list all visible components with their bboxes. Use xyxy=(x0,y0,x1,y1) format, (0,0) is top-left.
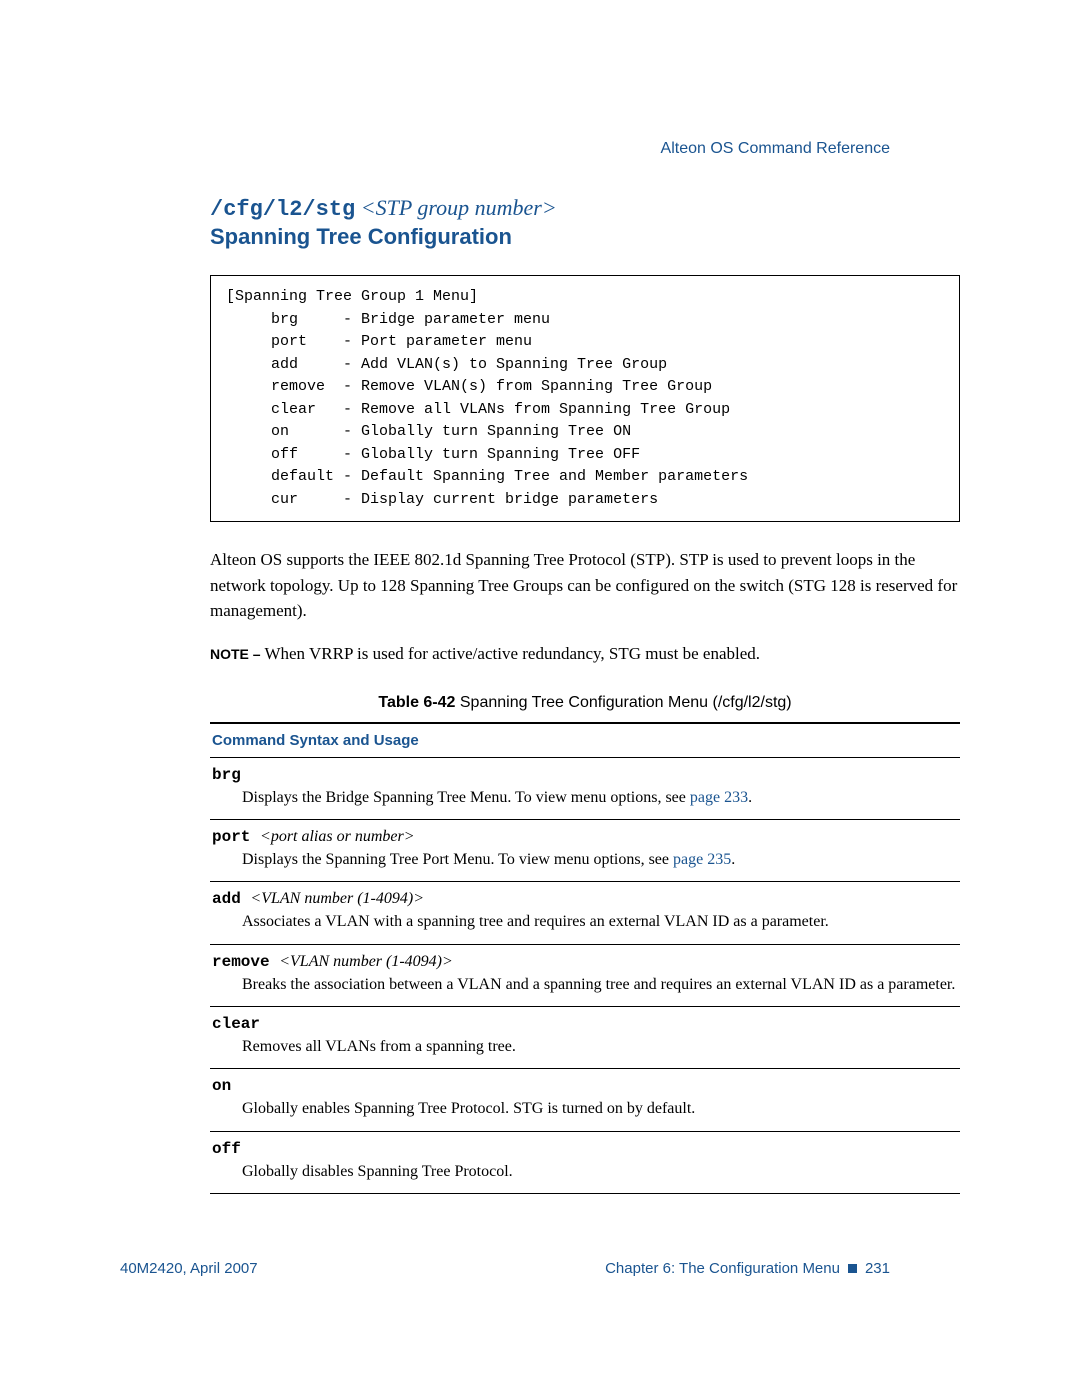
command-row: add <VLAN number (1-4094)> Associates a V… xyxy=(210,882,960,944)
command-row: offGlobally disables Spanning Tree Proto… xyxy=(210,1132,960,1194)
command-description: Breaks the association between a VLAN an… xyxy=(242,974,958,996)
command-name: add xyxy=(212,890,250,908)
footer-page-number: 231 xyxy=(865,1260,890,1277)
table-caption-text: Spanning Tree Configuration Menu (/cfg/l… xyxy=(460,694,792,711)
page-link[interactable]: page 233 xyxy=(690,789,748,806)
footer-square-icon xyxy=(848,1264,857,1273)
document-page: Alteon OS Command Reference /cfg/l2/stg … xyxy=(0,0,1080,1397)
command-name: remove xyxy=(212,953,279,971)
command-name: brg xyxy=(212,766,241,784)
table-caption-number: Table 6-42 xyxy=(378,694,460,711)
footer-left: 40M2420, April 2007 xyxy=(120,1260,258,1277)
command-name: port xyxy=(212,828,260,846)
note-text: When VRRP is used for active/active redu… xyxy=(264,644,760,663)
command-description: Globally disables Spanning Tree Protocol… xyxy=(242,1161,958,1183)
title-command-path: /cfg/l2/stg xyxy=(210,197,355,222)
body-paragraph-1: Alteon OS supports the IEEE 802.1d Spann… xyxy=(210,547,960,624)
page-link[interactable]: page 235 xyxy=(673,851,731,868)
command-param: <VLAN number (1-4094)> xyxy=(250,890,424,907)
section-title: /cfg/l2/stg <STP group number> Spanning … xyxy=(210,195,960,250)
command-param: <port alias or number> xyxy=(260,828,415,845)
command-row: on Globally enables Spanning Tree Protoco… xyxy=(210,1069,960,1131)
title-command-param: <STP group number> xyxy=(355,195,556,220)
note-label: NOTE – xyxy=(210,646,264,662)
title-subtitle: Spanning Tree Configuration xyxy=(210,224,960,250)
command-row: port <port alias or number> Displays the … xyxy=(210,820,960,882)
page-footer: 40M2420, April 2007 Chapter 6: The Confi… xyxy=(120,1260,890,1277)
command-description: Displays the Spanning Tree Port Menu. To… xyxy=(242,849,958,871)
command-row: brgDisplays the Bridge Spanning Tree Men… xyxy=(210,758,960,820)
command-description: Displays the Bridge Spanning Tree Menu. … xyxy=(242,787,958,809)
table-header: Command Syntax and Usage xyxy=(210,722,960,758)
footer-chapter: Chapter 6: The Configuration Menu xyxy=(605,1260,840,1277)
command-name: off xyxy=(212,1140,241,1158)
command-row: remove <VLAN number (1-4094)> Breaks the … xyxy=(210,945,960,1007)
command-description: Removes all VLANs from a spanning tree. xyxy=(242,1036,958,1058)
command-description: Associates a VLAN with a spanning tree a… xyxy=(242,911,958,933)
menu-code-block: [Spanning Tree Group 1 Menu] brg - Bridg… xyxy=(210,275,960,522)
command-name: on xyxy=(212,1077,231,1095)
command-param: <VLAN number (1-4094)> xyxy=(279,953,453,970)
note-paragraph: NOTE – When VRRP is used for active/acti… xyxy=(210,644,960,664)
table-caption: Table 6-42 Spanning Tree Configuration M… xyxy=(210,694,960,712)
command-row: clear Removes all VLANs from a spanning t… xyxy=(210,1007,960,1069)
command-name: clear xyxy=(212,1015,260,1033)
command-table-body: brgDisplays the Bridge Spanning Tree Men… xyxy=(210,758,960,1195)
footer-right: Chapter 6: The Configuration Menu 231 xyxy=(605,1260,890,1277)
header-doc-title: Alteon OS Command Reference xyxy=(661,140,890,158)
command-description: Globally enables Spanning Tree Protocol.… xyxy=(242,1098,958,1120)
